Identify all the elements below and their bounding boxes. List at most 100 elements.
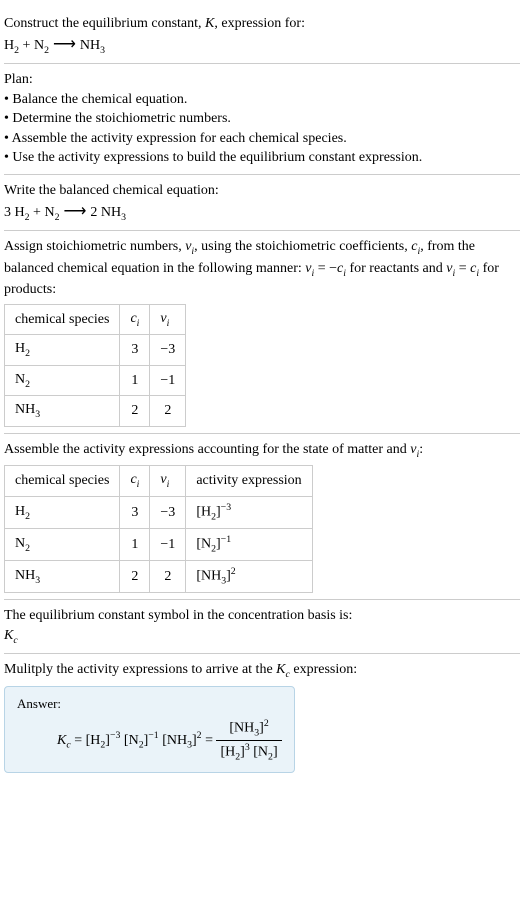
- sp0: H: [15, 341, 25, 356]
- bal-h2: H: [15, 205, 25, 220]
- mul-p2: expression:: [290, 662, 357, 677]
- table-row: NH3 2 2 [NH3]2: [5, 561, 313, 593]
- answer-fraction: [NH3]2[H2]3 [N2]: [216, 717, 281, 764]
- den-n2c: ]: [273, 745, 278, 760]
- e1u: −1: [221, 534, 231, 545]
- mul-kc: K: [276, 662, 285, 677]
- act-p1: Assemble the activity expressions accoun…: [4, 442, 410, 457]
- acell-ci-1: 1: [120, 528, 150, 560]
- sp0-sub: 2: [25, 348, 30, 359]
- ans-nh3o: [NH: [159, 733, 187, 748]
- sub-3: 3: [100, 44, 105, 55]
- fraction-numerator: [NH3]2: [216, 717, 281, 741]
- asp2-sub: 3: [35, 575, 40, 586]
- activity-table: chemical species ci νi activity expressi…: [4, 465, 313, 593]
- e2u: 2: [231, 566, 236, 577]
- asp1-sub: 2: [25, 543, 30, 554]
- asp2: NH: [15, 568, 35, 583]
- answer-box: Answer: Kc = [H2]−3 [N2]−1 [NH3]2 = [NH3…: [4, 686, 295, 774]
- kc-sub: c: [13, 635, 17, 646]
- e1b: [N: [196, 537, 211, 552]
- asp1: N: [15, 536, 25, 551]
- eq1-eq: = −: [314, 261, 337, 276]
- cell-ci-1: 1: [120, 365, 150, 396]
- table-row: H2 3 −3 [H2]−3: [5, 496, 313, 528]
- ans-n2u: −1: [148, 730, 158, 741]
- kc-text: The equilibrium constant symbol in the c…: [4, 606, 520, 626]
- cell-expr: [NH3]2: [186, 561, 312, 593]
- plan-item-2: • Determine the stoichiometric numbers.: [4, 109, 520, 129]
- stoich-section: Assign stoichiometric numbers, νi , using…: [4, 231, 520, 434]
- plan-item-1: • Balance the chemical equation.: [4, 90, 520, 110]
- answer-label: Answer:: [17, 695, 282, 713]
- activity-text: Assemble the activity expressions accoun…: [4, 440, 520, 462]
- fraction-denominator: [H2]3 [N2]: [216, 741, 281, 764]
- cell-species: N2: [5, 528, 120, 560]
- cell-vi-1: −1: [150, 365, 186, 396]
- cell-expr: [H2]−3: [186, 496, 312, 528]
- plan-section: Plan: • Balance the chemical equation. •…: [4, 64, 520, 175]
- unbalanced-equation: H2 + N2 ⟶ NH3: [4, 34, 520, 58]
- asp0-sub: 2: [25, 510, 30, 521]
- sp1-sub: 2: [25, 379, 30, 390]
- species-h2: H: [4, 38, 14, 53]
- cell-vi-0: −3: [150, 335, 186, 366]
- th-vi-sub: i: [167, 318, 170, 329]
- table-row: N2 1 −1: [5, 365, 186, 396]
- table-row: NH3 2 2: [5, 396, 186, 427]
- cell-species: H2: [5, 335, 120, 366]
- act-p2: :: [419, 442, 423, 457]
- stoich-p4: for reactants and: [346, 261, 446, 276]
- cell-ci-2: 2: [120, 396, 150, 427]
- balanced-title: Write the balanced chemical equation:: [4, 181, 520, 201]
- answer-equation: Kc = [H2]−3 [N2]−1 [NH3]2 = [NH3]2[H2]3 …: [17, 717, 282, 764]
- acell-vi-0: −3: [150, 496, 186, 528]
- header-section: Construct the equilibrium constant, K, e…: [4, 8, 520, 64]
- ath-vi: νi: [150, 466, 186, 497]
- ath-expr: activity expression: [186, 466, 312, 497]
- bal-nh3: NH: [101, 205, 121, 220]
- table-row: H2 3 −3: [5, 335, 186, 366]
- stoich-p1: Assign stoichiometric numbers,: [4, 239, 185, 254]
- table-header-row: chemical species ci νi activity expressi…: [5, 466, 313, 497]
- balanced-section: Write the balanced chemical equation: 3 …: [4, 175, 520, 231]
- cell-species: NH3: [5, 396, 120, 427]
- ans-h2u: −3: [110, 730, 120, 741]
- den-n2o: [N: [250, 745, 268, 760]
- cell-expr: [N2]−1: [186, 528, 312, 560]
- multiply-section: Mulitply the activity expressions to arr…: [4, 654, 520, 779]
- th-ci-sub: i: [137, 318, 140, 329]
- plan-item-4: • Use the activity expressions to build …: [4, 148, 520, 168]
- bal-plus: +: [30, 205, 45, 220]
- arrow: ⟶: [49, 36, 80, 53]
- cell-species: N2: [5, 365, 120, 396]
- num-nh3u: 2: [264, 718, 269, 729]
- th-vi: νi: [150, 304, 186, 335]
- acell-vi-2: 2: [150, 561, 186, 593]
- activity-section: Assemble the activity expressions accoun…: [4, 434, 520, 600]
- ath-ci-sub: i: [137, 479, 140, 490]
- num-nh3o: [NH: [229, 721, 254, 736]
- den-h2o: [H: [220, 745, 235, 760]
- bal-n2: N: [44, 205, 54, 220]
- cell-ci-0: 3: [120, 335, 150, 366]
- title-prefix: Construct the equilibrium constant,: [4, 16, 205, 31]
- th-species: chemical species: [5, 304, 120, 335]
- ath-species: chemical species: [5, 466, 120, 497]
- ath-vi-sub: i: [167, 479, 170, 490]
- sp2-sub: 3: [35, 409, 40, 420]
- stoich-p2: , using the stoichiometric coefficients,: [194, 239, 411, 254]
- sp1: N: [15, 372, 25, 387]
- ans-n2o: [N: [120, 733, 138, 748]
- e2b: [NH: [196, 569, 221, 584]
- kc-symbol-section: The equilibrium constant symbol in the c…: [4, 600, 520, 654]
- ath-ci: ci: [120, 466, 150, 497]
- plan-title: Plan:: [4, 70, 520, 90]
- eq2-eq: =: [455, 261, 470, 276]
- cell-vi-2: 2: [150, 396, 186, 427]
- title-suffix: , expression for:: [214, 16, 305, 31]
- sp2: NH: [15, 402, 35, 417]
- asp0: H: [15, 504, 25, 519]
- coef-nh3: 2: [90, 205, 101, 220]
- stoich-table: chemical species ci νi H2 3 −3 N2 1 −1 N…: [4, 304, 186, 427]
